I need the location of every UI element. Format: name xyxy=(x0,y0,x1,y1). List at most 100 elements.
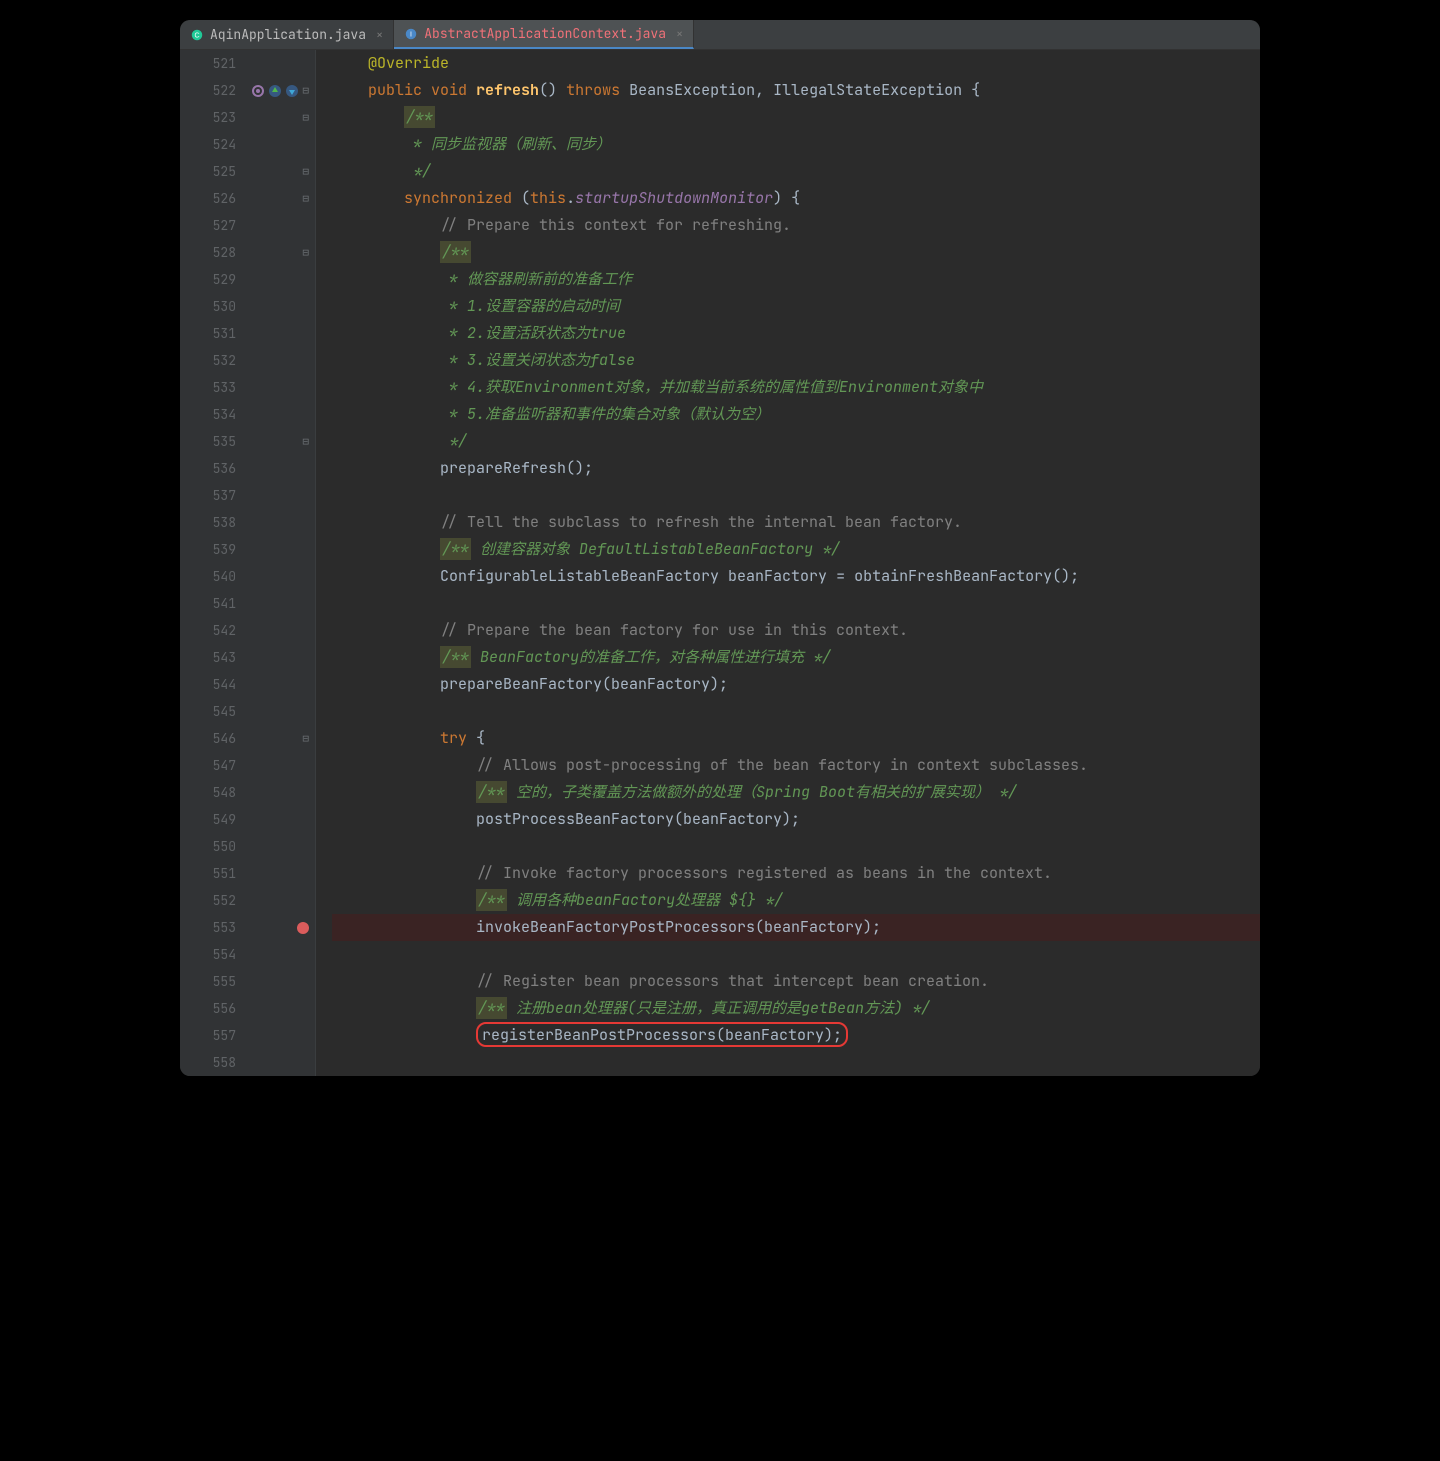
line-number[interactable]: 530 xyxy=(180,293,244,320)
line-number[interactable]: 555 xyxy=(180,968,244,995)
gutter-icon-row[interactable] xyxy=(244,590,315,617)
gutter-icon-row[interactable] xyxy=(244,806,315,833)
line-number[interactable]: 557 xyxy=(180,1022,244,1049)
code-line[interactable]: // Prepare the bean factory for use in t… xyxy=(332,617,1260,644)
line-number[interactable]: 546 xyxy=(180,725,244,752)
line-number[interactable]: 528 xyxy=(180,239,244,266)
gutter-icon-row[interactable] xyxy=(244,266,315,293)
gutter-icon-row[interactable]: ⊟ xyxy=(244,185,315,212)
gutter-icon-row[interactable] xyxy=(244,968,315,995)
code-line[interactable]: /** xyxy=(332,104,1260,131)
code-line[interactable]: /** xyxy=(332,239,1260,266)
code-line[interactable]: /** 创建容器对象 DefaultListableBeanFactory */ xyxy=(332,536,1260,563)
fold-icon[interactable]: ⊟ xyxy=(302,435,309,449)
code-area[interactable]: @Overridepublic void refresh() throws Be… xyxy=(316,50,1260,1076)
line-number[interactable]: 538 xyxy=(180,509,244,536)
gutter-icon-row[interactable] xyxy=(244,752,315,779)
fold-icon[interactable]: ⊟ xyxy=(302,111,309,125)
code-line[interactable]: // Register bean processors that interce… xyxy=(332,968,1260,995)
line-number[interactable]: 541 xyxy=(180,590,244,617)
code-line[interactable]: */ xyxy=(332,428,1260,455)
line-number[interactable]: 540 xyxy=(180,563,244,590)
code-line[interactable]: ConfigurableListableBeanFactory beanFact… xyxy=(332,563,1260,590)
code-line[interactable]: prepareBeanFactory(beanFactory); xyxy=(332,671,1260,698)
code-line[interactable]: registerBeanPostProcessors(beanFactory); xyxy=(332,1022,1260,1049)
gutter-icon-row[interactable] xyxy=(244,374,315,401)
code-line[interactable]: @Override xyxy=(332,50,1260,77)
gutter-icon-row[interactable] xyxy=(244,482,315,509)
code-line[interactable]: * 5.准备监听器和事件的集合对象（默认为空） xyxy=(332,401,1260,428)
gutter-icon-row[interactable] xyxy=(244,1022,315,1049)
line-number[interactable]: 558 xyxy=(180,1049,244,1076)
gutter-icon-row[interactable] xyxy=(244,887,315,914)
line-number[interactable]: 536 xyxy=(180,455,244,482)
line-number[interactable]: 527 xyxy=(180,212,244,239)
gutter-icon-row[interactable] xyxy=(244,914,315,941)
gutter-icon-row[interactable] xyxy=(244,212,315,239)
gutter-icon-row[interactable] xyxy=(244,833,315,860)
gutter-icon-row[interactable] xyxy=(244,50,315,77)
line-number[interactable]: 532 xyxy=(180,347,244,374)
gutter-icon-row[interactable]: ⊟ xyxy=(244,104,315,131)
code-line[interactable] xyxy=(332,833,1260,860)
code-line[interactable]: public void refresh() throws BeansExcept… xyxy=(332,77,1260,104)
gutter-icon-row[interactable] xyxy=(244,779,315,806)
gutter-icon-row[interactable] xyxy=(244,644,315,671)
close-icon[interactable]: × xyxy=(676,26,683,42)
code-line[interactable]: postProcessBeanFactory(beanFactory); xyxy=(332,806,1260,833)
code-line[interactable] xyxy=(332,941,1260,968)
code-line[interactable]: try { xyxy=(332,725,1260,752)
gutter-icon-row[interactable] xyxy=(244,320,315,347)
code-line[interactable]: // Prepare this context for refreshing. xyxy=(332,212,1260,239)
line-number[interactable]: 534 xyxy=(180,401,244,428)
line-number[interactable]: 543 xyxy=(180,644,244,671)
code-line[interactable]: * 1.设置容器的启动时间 xyxy=(332,293,1260,320)
fold-icon[interactable]: ⊟ xyxy=(302,192,309,206)
line-number[interactable]: 529 xyxy=(180,266,244,293)
gutter-icon-row[interactable]: ⊟ xyxy=(244,158,315,185)
gutter-icon-row[interactable]: ⊟ xyxy=(244,239,315,266)
code-line[interactable]: * 同步监视器（刷新、同步） xyxy=(332,131,1260,158)
fold-icon[interactable]: ⊟ xyxy=(302,165,309,179)
line-number[interactable]: 533 xyxy=(180,374,244,401)
code-line[interactable]: prepareRefresh(); xyxy=(332,455,1260,482)
gutter-icon-row[interactable] xyxy=(244,1049,315,1076)
code-line[interactable]: * 做容器刷新前的准备工作 xyxy=(332,266,1260,293)
code-line[interactable] xyxy=(332,1049,1260,1076)
gutter-icon-row[interactable] xyxy=(244,131,315,158)
gutter-icon-row[interactable] xyxy=(244,941,315,968)
code-line[interactable]: * 4.获取Environment对象，并加载当前系统的属性值到Environm… xyxy=(332,374,1260,401)
line-number[interactable]: 521 xyxy=(180,50,244,77)
gutter-icon-row[interactable] xyxy=(244,401,315,428)
tab-1[interactable]: IAbstractApplicationContext.java× xyxy=(394,20,694,49)
gutter-icon-row[interactable] xyxy=(244,671,315,698)
code-line[interactable]: * 3.设置关闭状态为false xyxy=(332,347,1260,374)
gutter-icon-row[interactable] xyxy=(244,698,315,725)
line-number[interactable]: 524 xyxy=(180,131,244,158)
code-line[interactable] xyxy=(332,482,1260,509)
fold-icon[interactable]: ⊟ xyxy=(302,732,309,746)
line-number[interactable]: 548 xyxy=(180,779,244,806)
line-number[interactable]: 523 xyxy=(180,104,244,131)
code-line[interactable] xyxy=(332,590,1260,617)
line-number[interactable]: 553 xyxy=(180,914,244,941)
line-number[interactable]: 525 xyxy=(180,158,244,185)
line-number[interactable]: 522 xyxy=(180,77,244,104)
line-number[interactable]: 526 xyxy=(180,185,244,212)
line-number[interactable]: 552 xyxy=(180,887,244,914)
gutter-icon-row[interactable]: ⊟ xyxy=(244,428,315,455)
gutter-icon-row[interactable] xyxy=(244,455,315,482)
close-icon[interactable]: × xyxy=(376,27,383,43)
line-number[interactable]: 544 xyxy=(180,671,244,698)
gutter-icon-row[interactable]: ⊟ xyxy=(244,77,315,104)
code-line[interactable]: /** 调用各种beanFactory处理器 ${} */ xyxy=(332,887,1260,914)
line-number[interactable]: 535 xyxy=(180,428,244,455)
line-number[interactable]: 531 xyxy=(180,320,244,347)
code-line[interactable]: /** BeanFactory的准备工作，对各种属性进行填充 */ xyxy=(332,644,1260,671)
line-number[interactable]: 539 xyxy=(180,536,244,563)
line-number[interactable]: 537 xyxy=(180,482,244,509)
line-number[interactable]: 549 xyxy=(180,806,244,833)
line-number[interactable]: 554 xyxy=(180,941,244,968)
code-line[interactable]: synchronized (this.startupShutdownMonito… xyxy=(332,185,1260,212)
code-line[interactable]: */ xyxy=(332,158,1260,185)
